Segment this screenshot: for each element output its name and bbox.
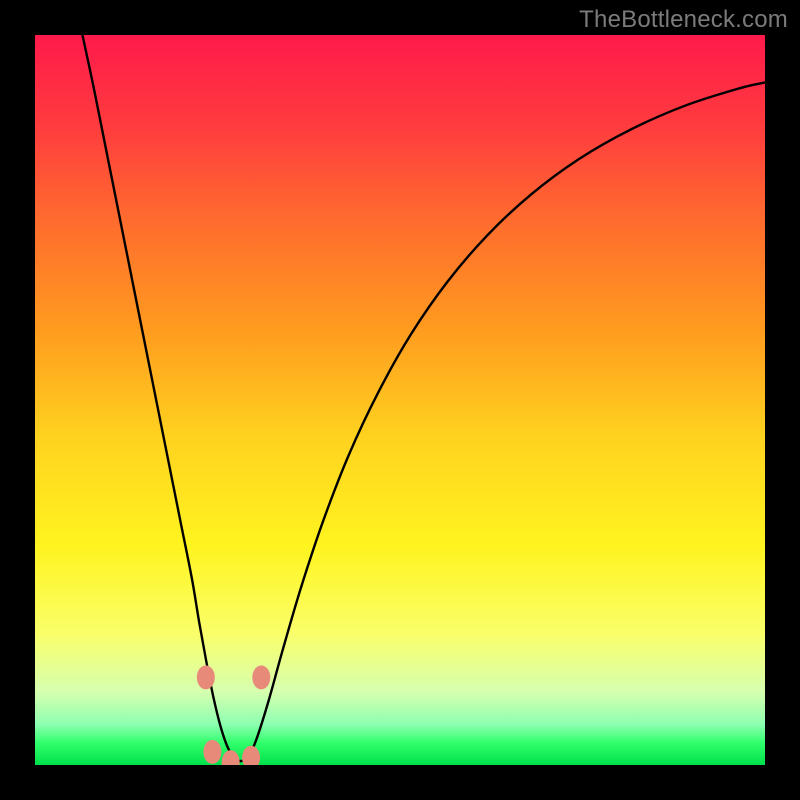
plot-area — [35, 35, 765, 765]
chart-svg — [35, 35, 765, 765]
curve-marker — [252, 665, 270, 689]
watermark-text: TheBottleneck.com — [579, 6, 788, 34]
curve-marker — [203, 740, 221, 764]
chart-frame: TheBottleneck.com — [0, 0, 800, 800]
curve-marker — [197, 665, 215, 689]
gradient-background — [35, 35, 765, 765]
